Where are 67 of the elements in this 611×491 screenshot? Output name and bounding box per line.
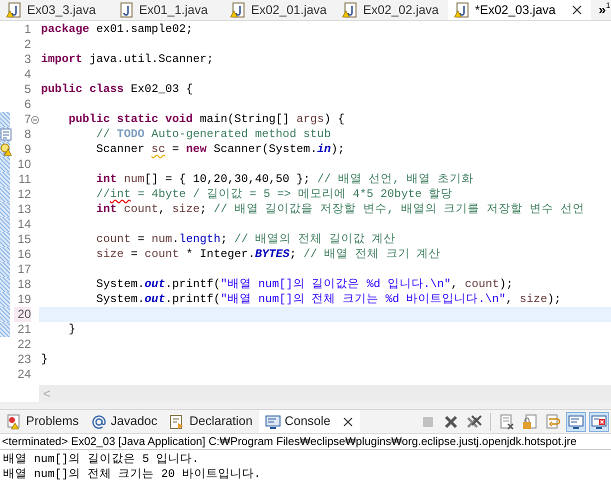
line-number: 16: [16, 247, 31, 262]
monitor-error-icon: [591, 414, 607, 430]
editor-tab[interactable]: Ex02_02.java: [336, 0, 448, 20]
code-line: int count, size; // 배열 길이값을 저장할 변수, 배열의 크기를 저장할 변수 선언: [95, 202, 586, 217]
line-number: 8: [23, 127, 31, 142]
line-number: 14: [16, 217, 31, 232]
show-error-button[interactable]: [589, 412, 609, 432]
code-line: public static void main(String[] args) {: [68, 112, 346, 127]
line-number: 2: [23, 37, 31, 52]
line-number: 23: [16, 352, 31, 367]
code-line: }: [68, 322, 77, 337]
declaration-icon: [169, 414, 186, 430]
line-number: 5: [23, 82, 31, 97]
panel-tab[interactable]: Declaration: [163, 410, 259, 433]
line-number: 11: [18, 172, 31, 187]
editor-tab[interactable]: Ex02_01.java: [224, 0, 336, 20]
panel-tab[interactable]: Console: [258, 410, 360, 433]
document-cross-icon: [499, 414, 515, 430]
line-number: 4: [23, 67, 31, 82]
code-line: }: [40, 352, 49, 367]
line-number: 10: [16, 157, 31, 172]
code-line: package ex01.sample02;: [40, 22, 194, 37]
code-line: // TODO Auto-generated method stub: [95, 127, 332, 142]
line-number: 1: [23, 22, 31, 37]
line-number: 22: [16, 337, 31, 352]
monitor-icon: [568, 414, 584, 430]
console-output-line: 배열 num[]의 전체 크기는 20 바이트입니다.: [3, 467, 262, 482]
double-cross-icon: [466, 414, 482, 430]
line-number: 15: [16, 232, 31, 247]
line-number: 9: [23, 142, 31, 157]
line-number: 6: [23, 97, 31, 112]
close-icon[interactable]: [342, 416, 354, 428]
line-number: 24: [16, 367, 31, 382]
collapse-icon[interactable]: [31, 116, 39, 124]
show-output-button[interactable]: [566, 412, 586, 432]
code-line: size = count * Integer.BYTES; // 배열 전체 크기 계산: [95, 247, 442, 262]
problems-icon: [6, 414, 22, 430]
console-status: <terminated> Ex02_03 [Java Application] C:₩Program Files₩eclipse₩plugins₩org.eclipse.justj.openjdk.hotspot.jre: [0, 434, 611, 450]
code-line: count = num.length; // 배열의 전체 길이값 계산: [95, 232, 397, 247]
panel-tab[interactable]: Problems: [0, 410, 85, 433]
code-line: import java.util.Scanner;: [40, 52, 215, 67]
editor-tab[interactable]: Ex01_1.java: [112, 0, 224, 20]
cross-icon: [443, 414, 459, 430]
code-line: //int = 4byte / 길이값 = 5 => 메모리에 4*5 20byte 할당: [95, 187, 454, 202]
line-number: 19: [16, 292, 31, 307]
document-arrow-icon: [545, 414, 561, 430]
editor-tab[interactable]: Ex03_3.java: [0, 0, 112, 20]
document-lock-icon: [522, 414, 538, 430]
code-line: Scanner sc = new Scanner(System.in);: [95, 142, 346, 157]
close-icon[interactable]: [570, 4, 583, 16]
line-number: 13: [16, 202, 31, 217]
line-number: 17: [16, 262, 31, 277]
line-number: 12: [16, 187, 31, 202]
line-number: 18: [16, 277, 31, 292]
code-line: System.out.printf("배열 num[]의 길이값은 %d 입니다.\n", count);: [95, 277, 514, 292]
monitor-icon: [264, 414, 281, 430]
line-number: 7: [23, 112, 31, 127]
panel-tab[interactable]: Javadoc: [84, 410, 164, 433]
line-number: 21: [16, 322, 31, 337]
code-line: public class Ex02_03 {: [40, 82, 194, 97]
code-line: int num[] = { 10,20,30,40,50 }; // 배열 선언, 배열 초기화: [95, 172, 474, 187]
code-line: System.out.printf("배열 num[]의 전체 크기는 %d 바이트입니다.\n", size);: [95, 292, 562, 307]
line-number: 3: [23, 52, 31, 67]
at-sign-icon: [90, 414, 107, 430]
line-number: 20: [14, 307, 31, 322]
editor-tab[interactable]: *Ex02_03.java: [448, 0, 591, 20]
console-output-line: 배열 num[]의 길이값은 5 입니다.: [3, 452, 200, 467]
